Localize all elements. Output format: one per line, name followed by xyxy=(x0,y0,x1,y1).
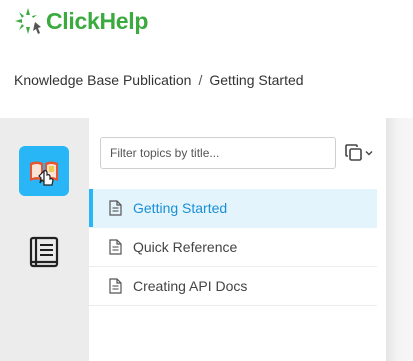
topic-item-creating-api-docs[interactable]: Creating API Docs xyxy=(89,267,377,306)
clickhelp-logo-icon xyxy=(15,8,41,34)
rail-button-toc[interactable] xyxy=(19,146,69,196)
topic-label: Quick Reference xyxy=(133,239,238,255)
brand-name: ClickHelp xyxy=(46,7,149,34)
breadcrumb: Knowledge Base Publication / Getting Sta… xyxy=(14,72,304,88)
copy-menu-button[interactable] xyxy=(345,142,377,164)
rail-button-book[interactable] xyxy=(22,233,66,273)
topic-label: Getting Started xyxy=(133,200,228,216)
header: ClickHelp Knowledge Base Publication / G… xyxy=(0,0,413,118)
topic-item-getting-started[interactable]: Getting Started xyxy=(89,189,377,228)
chevron-down-icon xyxy=(365,151,373,156)
breadcrumb-separator: / xyxy=(198,72,203,88)
copy-icon xyxy=(345,144,362,161)
document-icon xyxy=(109,278,122,294)
logo[interactable]: ClickHelp xyxy=(13,6,148,36)
breadcrumb-item-current: Getting Started xyxy=(209,72,304,88)
book-icon xyxy=(29,236,59,268)
topic-item-quick-reference[interactable]: Quick Reference xyxy=(89,228,377,267)
content-area-edge xyxy=(386,118,413,361)
topic-label: Creating API Docs xyxy=(133,278,248,294)
topic-list: Getting Started Quick Reference Creating… xyxy=(89,189,377,306)
document-icon xyxy=(109,200,122,216)
toc-panel: Getting Started Quick Reference Creating… xyxy=(89,118,386,361)
document-icon xyxy=(109,239,122,255)
sidebar-rail xyxy=(0,118,89,361)
breadcrumb-item-project[interactable]: Knowledge Base Publication xyxy=(14,72,191,88)
book-open-icon xyxy=(30,161,58,186)
filter-topics-input[interactable] xyxy=(100,137,336,169)
